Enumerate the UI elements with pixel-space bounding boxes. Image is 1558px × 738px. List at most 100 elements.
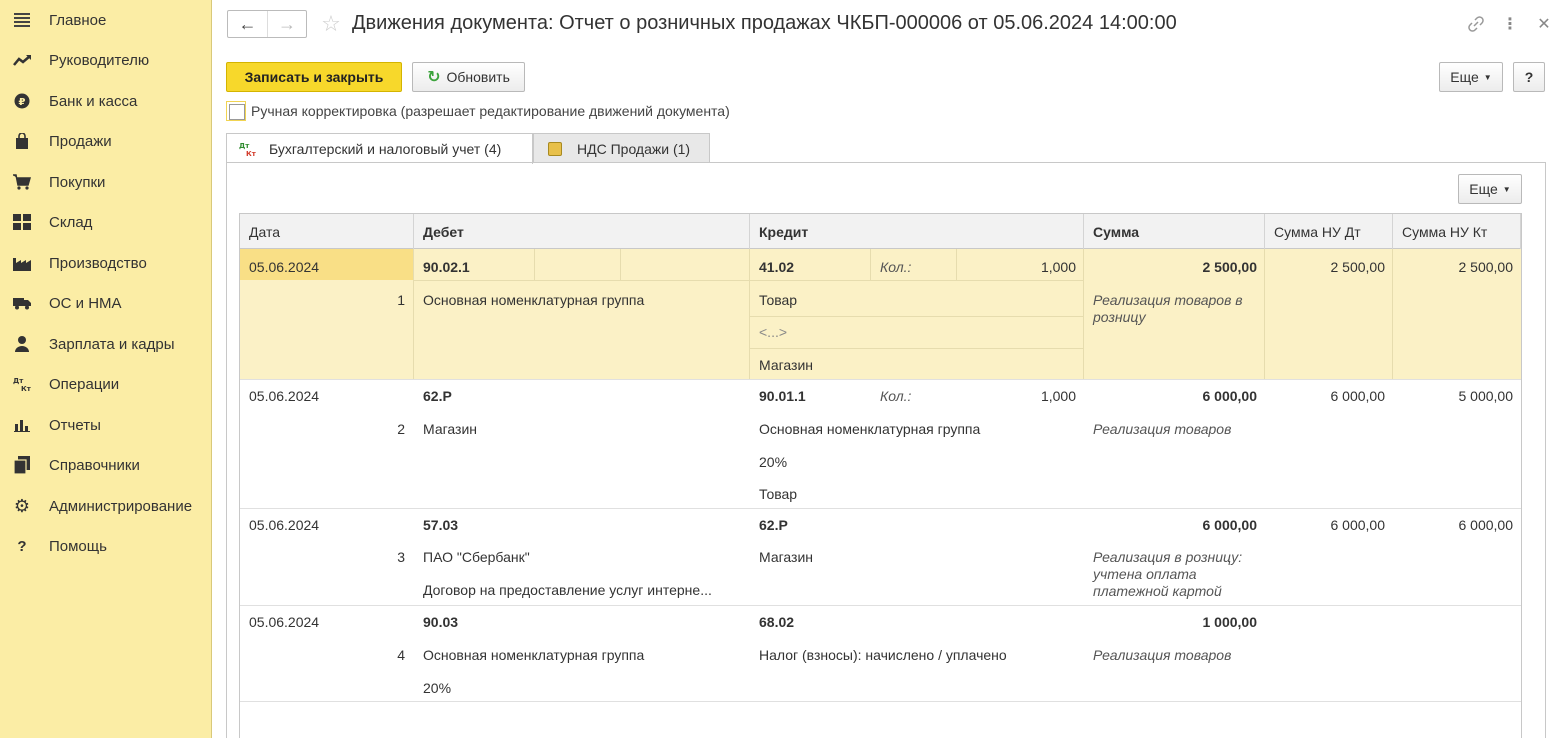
sidebar-item-production[interactable]: Производство <box>0 245 211 281</box>
sidebar-item-purchases[interactable]: Покупки <box>0 164 211 200</box>
column-debit[interactable]: Дебет <box>414 214 750 249</box>
cell-credit-subconto: Магазин <box>759 357 814 373</box>
cell-debit-account: 90.02.1 <box>423 259 470 275</box>
link-icon[interactable] <box>1466 14 1486 34</box>
sidebar-item-label: Руководителю <box>49 51 150 69</box>
more-vertical-icon[interactable]: ⋮ <box>1500 14 1520 34</box>
cell-debit-subconto: Договор на предоставление услуг интерне.… <box>423 582 712 598</box>
cell-debit-subconto: 20% <box>423 680 452 696</box>
cell-credit-subconto: Товар <box>759 486 798 502</box>
column-sum[interactable]: Сумма <box>1084 214 1265 249</box>
bar-chart-icon <box>13 416 31 434</box>
sidebar-item-bank[interactable]: ₽ Банк и касса <box>0 83 211 119</box>
forward-button[interactable]: → <box>266 11 306 37</box>
table-header: Дата Дебет Кредит Сумма Сумма НУ Дт Сумм… <box>240 214 1521 249</box>
cart-icon <box>13 173 31 191</box>
cell-credit-account: 41.02 <box>759 259 795 275</box>
save-and-close-button[interactable]: Записать и закрыть <box>226 62 402 92</box>
back-button[interactable]: ← <box>228 11 267 37</box>
cell-credit-subconto: 20% <box>759 454 788 470</box>
refresh-button[interactable]: ↻ Обновить <box>412 62 525 92</box>
sidebar-item-label: Помощь <box>49 537 107 555</box>
register-icon <box>548 141 562 156</box>
movements-table: Дата Дебет Кредит Сумма Сумма НУ Дт Сумм… <box>239 213 1522 738</box>
sidebar: Главное Руководителю ₽ Банк и касса Прод… <box>0 0 212 738</box>
sidebar-item-manager[interactable]: Руководителю <box>0 42 211 78</box>
table-row[interactable]: 05.06.2024 1 90.02.1 Основная номенклату… <box>240 249 1521 380</box>
cell-content: Реализация товаров <box>1093 421 1232 437</box>
table-row[interactable]: 05.06.2024 4 90.03 Основная номенклатурн… <box>240 606 1521 702</box>
cell-debit-subconto: ПАО "Сбербанк" <box>423 549 530 565</box>
cell-debit-account: 57.03 <box>423 517 459 533</box>
favorite-star-icon[interactable]: ☆ <box>319 11 343 36</box>
sidebar-item-label: Операции <box>49 375 120 393</box>
tab-vat-sales[interactable]: НДС Продажи (1) <box>533 133 710 163</box>
cell-credit-subconto: Налог (взносы): начислено / уплачено <box>759 647 1007 663</box>
cell-row-number: 1 <box>397 292 405 308</box>
sidebar-item-main[interactable]: Главное <box>0 2 211 38</box>
cell-credit-account: 62.Р <box>759 517 788 533</box>
sidebar-item-label: Банк и касса <box>49 92 138 110</box>
gear-icon: ⚙ <box>13 495 31 516</box>
sidebar-item-label: ОС и НМА <box>49 294 122 312</box>
sidebar-item-label: Администрирование <box>49 497 193 515</box>
dt-kt-icon: Дт Кт <box>13 375 31 393</box>
sidebar-item-sales[interactable]: Продажи <box>0 123 211 159</box>
cell-credit-account: 68.02 <box>759 614 795 630</box>
sidebar-item-help[interactable]: ? Помощь <box>0 528 211 564</box>
dropdown-arrow-icon: ▼ <box>1483 72 1492 82</box>
sidebar-item-reports[interactable]: Отчеты <box>0 407 211 443</box>
factory-icon <box>13 254 31 272</box>
manual-edit-checkbox[interactable] <box>226 101 246 121</box>
sidebar-item-label: Продажи <box>49 132 112 150</box>
cell-debit-subconto: Основная номенклатурная группа <box>423 292 645 308</box>
cell-credit-subconto: Основная номенклатурная группа <box>759 421 981 437</box>
table-row[interactable]: 05.06.2024 3 57.03 ПАО "Сбербанк" Догово… <box>240 509 1521 606</box>
help-button[interactable]: ? <box>1513 62 1545 92</box>
tab-accounting[interactable]: Дт Кт Бухгалтерский и налоговый учет (4) <box>226 133 533 164</box>
svg-text:Кт: Кт <box>21 385 31 392</box>
cell-content: Реализация в розницу: учтена оплата плат… <box>1093 549 1243 599</box>
cell-debit-subconto: Основная номенклатурная группа <box>423 647 645 663</box>
tab-label: НДС Продажи (1) <box>577 140 691 157</box>
cell-qty: 1,000 <box>1040 259 1076 275</box>
sidebar-item-label: Склад <box>49 213 93 231</box>
cell-sum: 6 000,00 <box>1202 388 1258 404</box>
cell-date: 05.06.2024 <box>249 517 320 533</box>
column-credit[interactable]: Кредит <box>750 214 1084 249</box>
dropdown-arrow-icon: ▼ <box>1502 184 1511 194</box>
table-row[interactable]: 05.06.2024 2 62.Р Магазин 90.01.1 Кол.: … <box>240 380 1521 509</box>
sidebar-item-warehouse[interactable]: Склад <box>0 204 211 240</box>
svg-text:₽: ₽ <box>19 97 26 108</box>
more-button[interactable]: Еще ▼ <box>1439 62 1503 92</box>
column-sum-nu-dt[interactable]: Сумма НУ Дт <box>1265 214 1393 249</box>
cell-date: 05.06.2024 <box>249 388 320 404</box>
warehouse-icon <box>13 213 31 231</box>
table-more-button[interactable]: Еще ▼ <box>1458 174 1522 204</box>
bag-icon <box>13 132 31 150</box>
svg-text:Дт: Дт <box>239 142 250 150</box>
tab-label: Бухгалтерский и налоговый учет (4) <box>269 141 502 157</box>
manual-edit-label: Ручная корректировка (разрешает редактир… <box>251 103 730 119</box>
cell-row-number: 4 <box>397 647 405 663</box>
cell-sum-nu-kt: 6 000,00 <box>1458 517 1514 533</box>
refresh-label: Обновить <box>446 69 510 85</box>
sidebar-item-label: Справочники <box>49 456 140 474</box>
sidebar-item-label: Производство <box>49 254 147 272</box>
sidebar-item-operations[interactable]: Дт Кт Операции <box>0 366 211 402</box>
cell-credit-subconto: Магазин <box>759 549 814 565</box>
sidebar-item-admin[interactable]: ⚙ Администрирование <box>0 488 211 524</box>
sidebar-item-fixed-assets[interactable]: ОС и НМА <box>0 285 211 321</box>
cell-sum-nu-dt: 2 500,00 <box>1330 259 1386 275</box>
sidebar-item-directories[interactable]: Справочники <box>0 447 211 483</box>
close-icon[interactable]: ✕ <box>1534 14 1554 34</box>
sidebar-item-salary[interactable]: Зарплата и кадры <box>0 326 211 362</box>
cell-credit-subconto: <...> <box>759 324 788 340</box>
refresh-icon: ↻ <box>427 69 441 86</box>
column-sum-nu-kt[interactable]: Сумма НУ Кт <box>1393 214 1521 249</box>
svg-text:Дт: Дт <box>13 377 24 385</box>
column-date[interactable]: Дата <box>240 214 414 249</box>
cell-content: Реализация товаров в розницу <box>1093 292 1243 325</box>
cell-debit-account: 62.Р <box>423 388 452 404</box>
trend-icon <box>13 51 31 69</box>
